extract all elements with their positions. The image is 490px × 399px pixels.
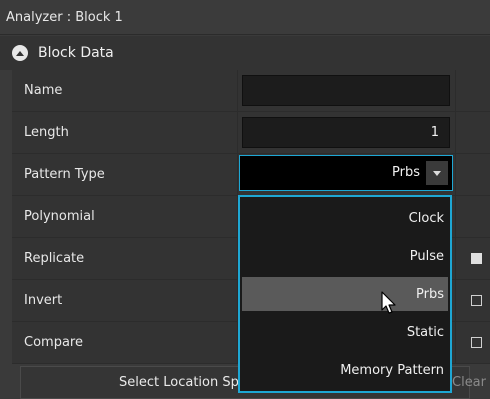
mouse-pointer-icon [381, 291, 397, 319]
clear-label: Clear [452, 375, 486, 390]
pattern-type-value: Prbs [392, 165, 420, 180]
dropdown-option-pulse[interactable]: Pulse [242, 239, 448, 273]
window-title: Analyzer : Block 1 [6, 9, 123, 25]
row-length: Length 1 [12, 112, 490, 154]
invert-checkbox[interactable] [471, 295, 482, 306]
value-cell [238, 70, 456, 111]
clear-button[interactable]: Clear [446, 366, 490, 399]
chevron-down-icon[interactable] [426, 161, 448, 185]
dropdown-option-memory-pattern[interactable]: Memory Pattern [242, 353, 448, 387]
replicate-checkbox[interactable] [471, 253, 482, 264]
block-data-section-header[interactable]: Block Data [0, 36, 490, 70]
dropdown-option-static[interactable]: Static [242, 315, 448, 349]
value-cell: Prbs [238, 154, 456, 195]
row-name: Name [12, 70, 490, 112]
pattern-type-dropdown-list: Clock Pulse Prbs Static Memory Pattern [238, 195, 452, 393]
row-label: Replicate [12, 238, 238, 279]
row-label: Invert [12, 280, 238, 321]
dropdown-option-prbs[interactable]: Prbs [242, 277, 448, 311]
window-title-bar: Analyzer : Block 1 [0, 0, 490, 35]
collapse-up-icon[interactable] [12, 45, 28, 61]
select-location-label: Select Location Sp [119, 375, 239, 390]
pattern-type-select[interactable]: Prbs [239, 155, 453, 191]
row-label: Polynomial [12, 196, 238, 237]
row-label: Length [12, 112, 238, 153]
row-pattern-type: Pattern Type Prbs [12, 154, 490, 196]
row-label: Compare [12, 322, 238, 363]
row-label: Name [12, 70, 238, 111]
value-cell: 1 [238, 112, 456, 153]
row-label: Pattern Type [12, 154, 238, 195]
section-label: Block Data [38, 45, 114, 61]
name-input[interactable] [242, 75, 450, 106]
length-input[interactable]: 1 [242, 117, 450, 148]
compare-checkbox[interactable] [471, 337, 482, 348]
dropdown-option-clock[interactable]: Clock [242, 201, 448, 235]
